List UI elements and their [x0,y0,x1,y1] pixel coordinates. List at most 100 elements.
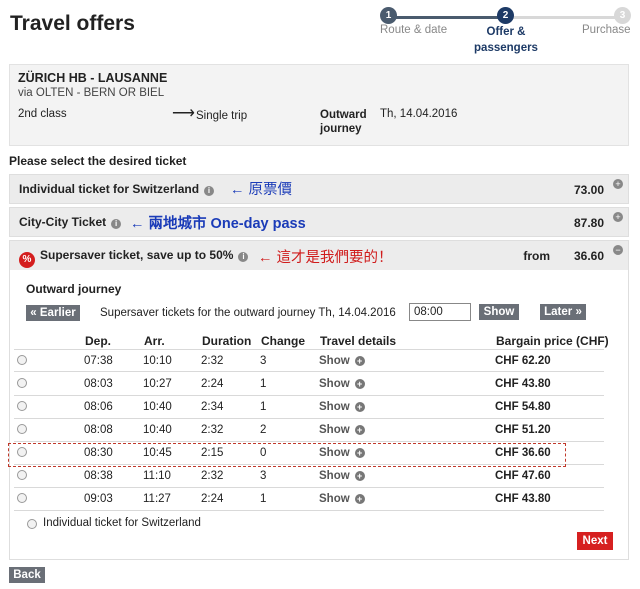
expand-icon: + [354,471,365,481]
outward-journey-heading: Outward journey [26,282,122,296]
duration: 2:24 [201,378,224,390]
changes: 3 [260,355,267,367]
duration: 2:34 [201,401,224,413]
step-2-label: Offer & passengers [474,26,538,54]
route-via: via OLTEN - BERN OR BIEL [18,87,165,99]
route-title: ZÜRICH HB - LAUSANNE [18,71,168,85]
show-details-link[interactable]: Show + [319,378,365,390]
changes: 2 [260,424,267,436]
select-radio[interactable] [17,355,27,365]
dep-time: 08:06 [84,401,113,413]
price-from-label: from [523,249,550,263]
col-arr: Arr. [144,334,165,348]
dep-time: 09:03 [84,493,113,505]
expand-icon: + [354,425,365,435]
outward-label: Outward journey [320,109,367,135]
bargain-price: CHF 43.80 [495,493,551,505]
dep-time: 08:03 [84,378,113,390]
select-radio[interactable] [17,378,27,388]
show-time-button[interactable]: Show [479,304,519,320]
expand-icon: + [354,402,365,412]
info-icon[interactable]: i [111,219,122,229]
bargain-price: CHF 62.20 [495,355,551,367]
col-duration: Duration [202,334,252,348]
changes: 1 [260,401,267,413]
col-travel-details: Travel details [320,334,397,348]
bargain-price: CHF 54.80 [495,401,551,413]
bargain-price: CHF 43.80 [495,378,551,390]
info-icon[interactable]: i [238,252,249,262]
ticket-individual[interactable]: Individual ticket for Switzerland i 73.00… [9,174,629,204]
info-icon[interactable]: i [204,186,215,196]
ticket-price: 87.80 [573,216,604,230]
selection-highlight [8,443,566,467]
expand-icon[interactable]: + [613,179,623,189]
step-connector-done [392,16,502,19]
next-button[interactable]: Next [577,532,613,550]
outward-date: Th, 14.04.2016 [380,108,458,120]
annotation-note: ← 這才是我們要的！ [258,250,393,266]
travel-class: 2nd class [18,108,67,120]
show-details-link[interactable]: Show + [319,493,365,505]
arr-time: 10:10 [143,355,172,367]
select-radio[interactable] [17,470,27,480]
step-connector-pending [512,16,622,19]
step-3-dot: 3 [614,7,631,24]
dep-time: 07:38 [84,355,113,367]
table-row[interactable]: 07:38 10:10 2:32 3 Show + CHF 62.20 [14,349,604,372]
step-1-label[interactable]: Route & date [380,24,447,36]
expand-icon: + [354,379,365,389]
earlier-button[interactable]: « Earlier [26,305,80,321]
arr-time: 11:27 [143,493,171,505]
select-radio[interactable] [17,424,27,434]
changes: 3 [260,470,267,482]
ticket-name: City-City Ticket i [19,215,122,229]
ticket-city-city[interactable]: City-City Ticket i 87.80 + [9,207,629,237]
step-2-dot: 2 [497,7,514,24]
show-details-link[interactable]: Show + [319,470,365,482]
dep-time: 08:38 [84,470,113,482]
table-row[interactable]: 08:08 10:40 2:32 2 Show + CHF 51.20 [14,419,604,442]
panel-description: Supersaver tickets for the outward journ… [100,307,396,319]
trip-type: Single trip [196,110,248,122]
duration: 2:32 [201,424,224,436]
select-radio[interactable] [27,519,37,529]
progress-stepper: 1 2 3 Route & date Offer & passengers Pu… [370,4,638,56]
bargain-price: CHF 51.20 [495,424,551,436]
select-radio[interactable] [17,401,27,411]
annotation-note: ← 原票價 [230,182,293,198]
ticket-price: 73.00 [573,183,604,197]
duration: 2:32 [201,470,224,482]
expand-icon[interactable]: + [613,212,623,222]
col-bargain-price: Bargain price (CHF) [496,334,609,348]
select-radio[interactable] [17,493,27,503]
show-details-link[interactable]: Show + [319,355,365,367]
ticket-name: % Supersaver ticket, save up to 50% i [19,248,249,268]
table-row[interactable]: 08:03 10:27 2:24 1 Show + CHF 43.80 [14,373,604,396]
time-input[interactable]: 08:00 [409,303,471,321]
expand-icon: + [354,494,365,504]
back-button[interactable]: Back [9,567,45,583]
step-3-label: Purchase [582,24,631,36]
duration: 2:24 [201,493,224,505]
table-row[interactable]: 08:06 10:40 2:34 1 Show + CHF 54.80 [14,396,604,419]
individual-ticket-label: Individual ticket for Switzerland [43,517,201,529]
ticket-name: Individual ticket for Switzerland i [19,182,215,196]
arr-time: 10:40 [143,424,172,436]
step-1-dot[interactable]: 1 [380,7,397,24]
table-row[interactable]: 09:03 11:27 2:24 1 Show + CHF 43.80 [14,488,604,511]
changes: 1 [260,493,267,505]
show-details-link[interactable]: Show + [319,424,365,436]
table-row[interactable]: 08:38 11:10 2:32 3 Show + CHF 47.60 [14,465,604,488]
page-title: Travel offers [10,12,135,35]
col-dep: Dep. [85,334,112,348]
col-change: Change [261,334,306,348]
annotation-note: ← 兩地城市 One-day pass [130,216,306,232]
percent-icon: % [19,252,35,268]
later-button[interactable]: Later » [540,304,586,320]
arr-time: 11:10 [143,470,171,482]
arr-time: 10:40 [143,401,172,413]
show-details-link[interactable]: Show + [319,401,365,413]
journey-summary: ZÜRICH HB - LAUSANNE via OLTEN - BERN OR… [9,64,629,146]
collapse-icon[interactable]: − [613,245,623,255]
